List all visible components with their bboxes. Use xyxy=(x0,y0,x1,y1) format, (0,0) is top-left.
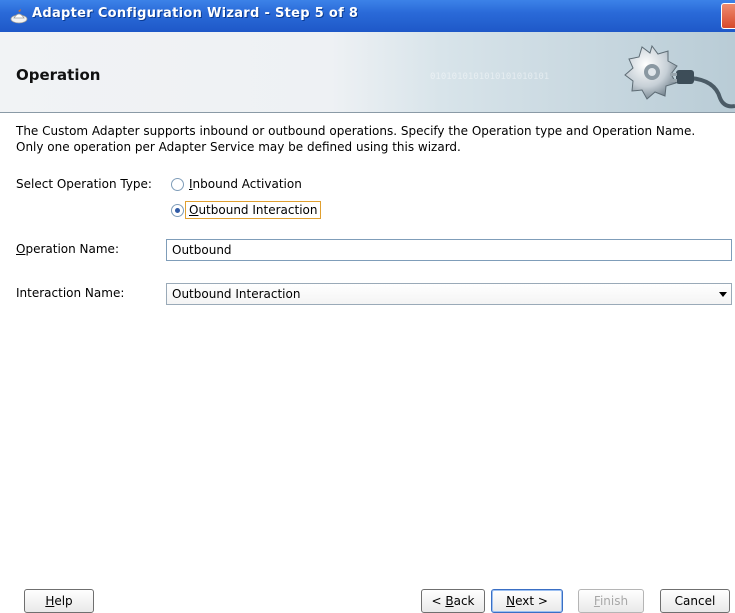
radio-label: Outbound Interaction xyxy=(185,201,322,219)
binary-decoration: 0101010101010101010101 xyxy=(430,72,550,82)
gear-plug-icon xyxy=(624,44,735,109)
operation-name-input[interactable]: Outbound xyxy=(166,239,732,261)
window-title: Adapter Configuration Wizard - Step 5 of… xyxy=(32,6,359,21)
radio-outbound-interaction[interactable]: Outbound Interaction xyxy=(171,200,322,220)
description: The Custom Adapter supports inbound or o… xyxy=(16,123,726,155)
wizard-header: 0101010101010101010101 Operation xyxy=(0,32,735,113)
next-button[interactable]: Next > xyxy=(491,589,563,613)
close-button[interactable] xyxy=(721,3,735,29)
description-line-1: The Custom Adapter supports inbound or o… xyxy=(16,124,696,138)
operation-name-label: Operation Name: xyxy=(16,242,119,256)
interaction-name-value: Outbound Interaction xyxy=(172,287,301,301)
finish-button[interactable]: Finish xyxy=(578,589,644,613)
radio-button[interactable] xyxy=(171,177,184,191)
app-icon xyxy=(10,9,28,24)
interaction-name-label: Interaction Name: xyxy=(16,286,125,300)
back-button[interactable]: < Back xyxy=(421,589,485,613)
help-button[interactable]: Help xyxy=(24,589,94,613)
page-title: Operation xyxy=(16,66,101,84)
radio-inbound-activation[interactable]: Inbound Activation xyxy=(171,174,302,194)
radio-label: Inbound Activation xyxy=(189,177,302,191)
interaction-name-select[interactable]: Outbound Interaction xyxy=(166,283,732,305)
radio-button-checked[interactable] xyxy=(171,203,184,217)
operation-type-label: Select Operation Type: xyxy=(16,177,152,191)
chevron-down-icon[interactable] xyxy=(719,292,727,297)
wizard-window: Adapter Configuration Wizard - Step 5 of… xyxy=(0,0,735,613)
description-line-2: Only one operation per Adapter Service m… xyxy=(16,140,461,154)
title-bar[interactable]: Adapter Configuration Wizard - Step 5 of… xyxy=(0,0,735,32)
cancel-button[interactable]: Cancel xyxy=(660,589,730,613)
